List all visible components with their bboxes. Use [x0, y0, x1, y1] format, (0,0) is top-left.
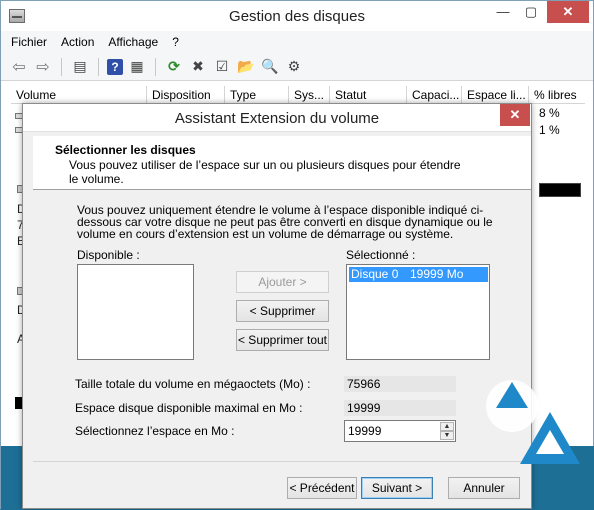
column-status[interactable]: Statut [330, 86, 407, 103]
remove-all-button[interactable]: < Supprimer tout [236, 329, 329, 351]
available-label: Disponible : [77, 248, 140, 262]
percent-free-value: 8 % [539, 106, 560, 120]
watermark-logo [486, 380, 580, 464]
back-arrow-icon[interactable]: ⇦ [9, 57, 29, 77]
close-button[interactable]: ✕ [547, 1, 589, 23]
previous-button[interactable]: < Précédent [287, 477, 357, 499]
forward-arrow-icon[interactable]: ⇨ [33, 57, 53, 77]
remove-button[interactable]: < Supprimer [236, 300, 329, 322]
add-button[interactable]: Ajouter > [236, 271, 329, 293]
volume-list-header: Volume Disposition Type Sys... Statut Ca… [11, 86, 585, 104]
wizard-step-title: Sélectionner les disques [55, 143, 196, 157]
toolbar: ⇦ ⇨ ▤ ? ▦ ⟳ ✖ ☑ 📂 🔍 ⚙ [1, 53, 593, 81]
refresh-icon[interactable]: ⟳ [164, 57, 184, 77]
help-icon[interactable]: ? [107, 58, 123, 75]
dialog-title: Assistant Extension du volume [174, 110, 380, 127]
toolbar-separator [61, 57, 62, 76]
menu-help[interactable]: ? [172, 35, 179, 49]
open-folder-icon[interactable]: 📂 [236, 57, 256, 77]
stepper-up-icon[interactable]: ▲ [440, 422, 454, 431]
column-capacity[interactable]: Capaci... [407, 86, 462, 103]
title-bar: Gestion des disques — ▢ ✕ [1, 1, 593, 31]
dialog-separator [33, 461, 531, 462]
check-icon[interactable]: ☑ [212, 57, 232, 77]
wizard-header: Sélectionner les disques Vous pouvez uti… [33, 136, 531, 190]
cancel-button[interactable]: Annuler [448, 477, 520, 499]
max-space-value: 19999 [344, 400, 456, 416]
selected-disks-list[interactable]: Disque 0 19999 Mo [346, 264, 490, 360]
space-amount-input[interactable]: 19999 [348, 424, 381, 438]
maximize-button[interactable]: ▢ [517, 1, 545, 23]
menu-file[interactable]: Fichier [11, 35, 47, 49]
dialog-close-button[interactable]: ✕ [500, 104, 530, 126]
column-layout[interactable]: Disposition [147, 86, 225, 103]
console-tree-icon[interactable]: ▤ [70, 57, 90, 77]
percent-free-values: 8 % 1 % [531, 106, 560, 140]
max-space-label: Espace disque disponible maximal en Mo : [75, 401, 303, 415]
toolbar-separator [98, 57, 99, 76]
selected-label: Sélectionné : [346, 248, 416, 262]
dialog-title-bar: Assistant Extension du volume ✕ [23, 104, 531, 132]
column-volume[interactable]: Volume [11, 86, 147, 103]
disk-size: 19999 Mo [410, 267, 464, 281]
stepper-buttons: ▲ ▼ [440, 422, 454, 440]
column-percent-free[interactable]: % libres [529, 86, 585, 103]
delete-icon[interactable]: ✖ [188, 57, 208, 77]
list-item[interactable]: Disque 0 19999 Mo [349, 267, 488, 282]
wizard-step-subtitle: Vous pouvez utiliser de l’espace sur un … [69, 158, 461, 186]
unallocated-bar [539, 183, 581, 197]
properties-pane-icon[interactable]: ▦ [127, 57, 147, 77]
available-disks-list[interactable] [77, 264, 194, 360]
stepper-down-icon[interactable]: ▼ [440, 431, 454, 440]
menu-view[interactable]: Affichage [108, 35, 158, 49]
extend-volume-wizard: Assistant Extension du volume ✕ Sélectio… [22, 103, 532, 509]
space-amount-stepper[interactable]: 19999 ▲ ▼ [344, 420, 456, 442]
percent-free-value: 1 % [539, 123, 560, 137]
column-type[interactable]: Type [225, 86, 289, 103]
toolbar-separator [155, 57, 156, 76]
column-filesystem[interactable]: Sys... [289, 86, 330, 103]
next-button[interactable]: Suivant > [361, 477, 433, 499]
disk-name: Disque 0 [351, 267, 399, 281]
wizard-instructions: Vous pouvez uniquement étendre le volume… [77, 203, 493, 241]
total-size-label: Taille totale du volume en mégaoctets (M… [75, 377, 311, 391]
menu-action[interactable]: Action [61, 35, 94, 49]
column-free-space[interactable]: Espace li... [462, 86, 529, 103]
search-icon[interactable]: 🔍 [260, 57, 280, 77]
menu-bar: Fichier Action Affichage ? [1, 31, 593, 53]
select-space-label: Sélectionnez l’espace en Mo : [75, 424, 235, 438]
total-size-value: 75966 [344, 376, 456, 392]
settings-icon[interactable]: ⚙ [284, 57, 304, 77]
minimize-button[interactable]: — [489, 1, 517, 23]
